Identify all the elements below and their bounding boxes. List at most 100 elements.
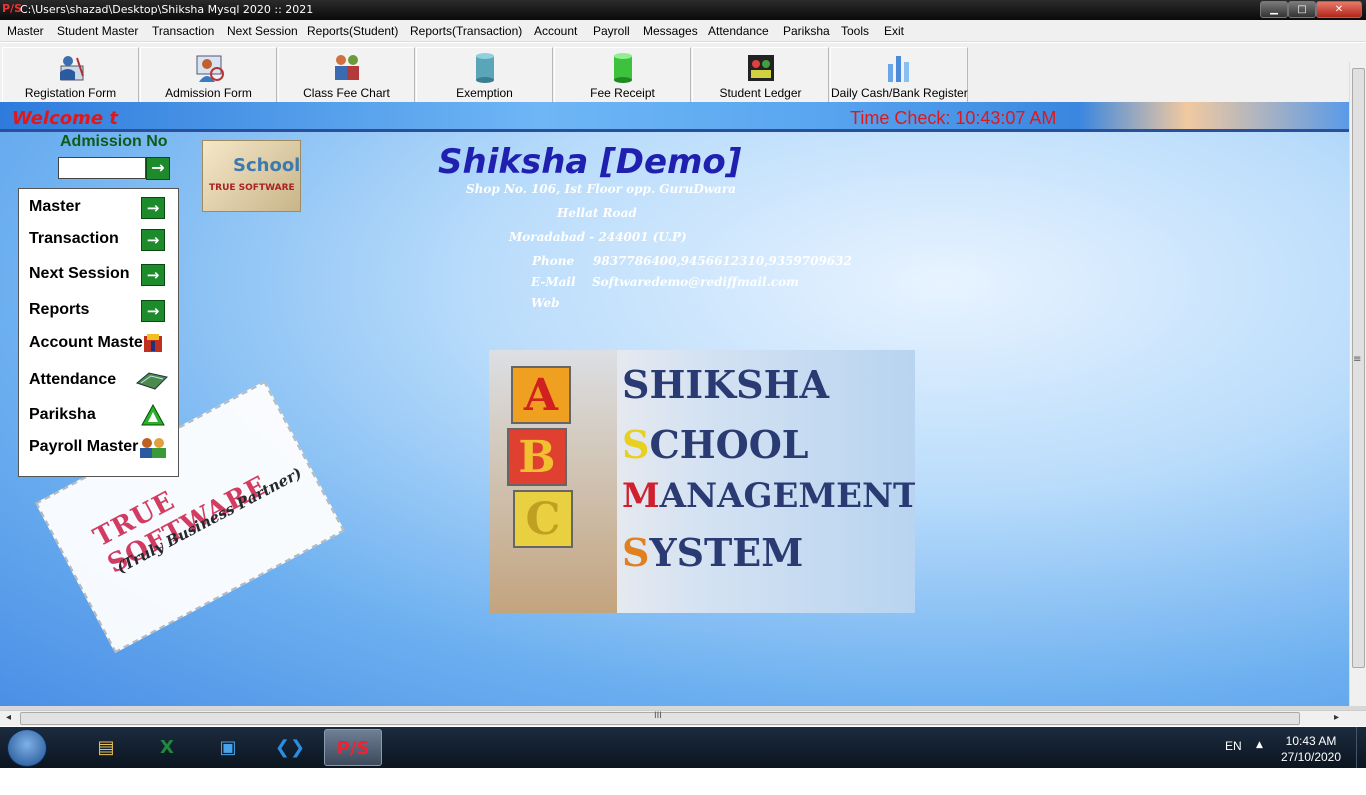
student-ledger-button[interactable]: Student Ledger <box>692 47 829 103</box>
time-check: Time Check: 10:43:07 AM <box>850 108 1057 128</box>
web-label: Web <box>531 296 560 310</box>
payroll-people-icon[interactable] <box>137 436 169 458</box>
welcome-text: Welcome t <box>12 108 118 129</box>
toolbar-label: Class Fee Chart <box>303 86 390 100</box>
taskbar-excel-icon[interactable]: X <box>138 729 196 766</box>
menu-payroll[interactable]: Payroll <box>593 24 630 38</box>
admission-form-button[interactable]: Admission Form <box>140 47 277 103</box>
language-indicator[interactable]: EN <box>1225 739 1242 753</box>
toolbar-label: Exemption <box>456 86 513 100</box>
menu-reports-transaction[interactable]: Reports(Transaction) <box>410 24 522 38</box>
clock-date: 27/10/2020 <box>1280 750 1342 764</box>
bar-chart-icon <box>888 56 909 82</box>
toolbar-label: Admission Form <box>165 86 252 100</box>
taskbar-vscode-icon[interactable]: ❮❯ <box>261 729 319 766</box>
school-logo-thumbnail: School TRUE SOFTWARE <box>202 140 301 212</box>
address-line-1: Shop No. 106, Ist Floor opp. GuruDwara <box>466 182 736 196</box>
block-a: A <box>511 366 571 424</box>
student-ledger-icon <box>747 55 774 81</box>
close-button[interactable]: ✕ <box>1316 1 1362 18</box>
menu-messages[interactable]: Messages <box>643 24 698 38</box>
company-name: Shiksha [Demo] <box>438 142 742 182</box>
menu-student-master[interactable]: Student Master <box>57 24 138 38</box>
menu-transaction[interactable]: Transaction <box>152 24 214 38</box>
application-window: P/S C:\Users\shazad\Desktop\Shiksha Mysq… <box>0 0 1366 795</box>
menu-master[interactable]: Master <box>7 24 44 38</box>
menu-bar: Master Student Master Transaction Next S… <box>0 20 1366 42</box>
nav-item-transaction[interactable]: Transaction <box>29 230 119 248</box>
nav-item-pariksha[interactable]: Pariksha <box>29 406 96 424</box>
logo-line-shiksha: SHIKSHA <box>622 362 829 407</box>
menu-attendance[interactable]: Attendance <box>708 24 769 38</box>
menu-account[interactable]: Account <box>534 24 577 38</box>
class-fee-chart-button[interactable]: Class Fee Chart <box>278 47 415 103</box>
cylinder-teal-icon <box>475 53 494 83</box>
nav-item-next-session[interactable]: Next Session <box>29 265 129 283</box>
taskbar-file-explorer-icon[interactable]: ▤ <box>77 729 135 766</box>
start-button-icon[interactable] <box>7 729 47 767</box>
nav-item-account-master[interactable]: Account Maste <box>29 334 143 352</box>
fee-receipt-button[interactable]: Fee Receipt <box>554 47 691 103</box>
taskbar-shiksha-icon[interactable]: P/S <box>324 729 382 766</box>
nav-item-reports[interactable]: Reports <box>29 301 89 319</box>
class-fee-chart-icon <box>334 55 359 80</box>
show-desktop-button[interactable] <box>1356 727 1366 768</box>
maximize-button[interactable]: □ <box>1288 1 1316 18</box>
account-book-icon[interactable] <box>141 332 165 354</box>
toolbar: Registation Form Admission Form Class Fe… <box>0 43 1366 103</box>
vertical-scroll-thumb[interactable] <box>1352 68 1365 668</box>
clock-time: 10:43 AM <box>1285 734 1337 748</box>
nav-item-attendance[interactable]: Attendance <box>29 371 116 389</box>
minimize-button[interactable]: ▁ <box>1260 1 1288 18</box>
app-icon: P/S <box>2 2 23 15</box>
scroll-left-icon[interactable]: ◂ <box>6 712 11 723</box>
menu-next-session[interactable]: Next Session <box>227 24 298 38</box>
abc-blocks: A B C <box>489 350 617 613</box>
menu-pariksha[interactable]: Pariksha <box>783 24 830 38</box>
arrow-right-icon[interactable]: → <box>141 300 165 322</box>
arrow-right-icon[interactable]: → <box>141 197 165 219</box>
window-title: C:\Users\shazad\Desktop\Shiksha Mysql 20… <box>20 3 314 16</box>
scroll-right-icon[interactable]: ▸ <box>1334 712 1339 723</box>
email-label: E-Mail <box>531 275 576 289</box>
phone-label: Phone <box>532 254 575 268</box>
menu-exit[interactable]: Exit <box>884 24 904 38</box>
phone-value: 9837786400,9456612310,9359709632 <box>593 254 852 268</box>
toolbar-label: Daily Cash/Bank Register <box>831 86 968 100</box>
admission-no-input[interactable] <box>58 157 146 179</box>
daily-cash-bank-register-button[interactable]: Daily Cash/Bank Register <box>830 47 968 103</box>
vertical-scrollbar[interactable]: ≡ <box>1349 62 1366 706</box>
logo-line-management: MANAGEMENT <box>622 476 915 516</box>
system-clock[interactable]: 10:43 AM 27/10/2020 <box>1276 733 1346 765</box>
taskbar-monitor-app-icon[interactable]: ▣ <box>199 729 257 766</box>
scroll-grip-icon: III <box>654 711 662 721</box>
windows-taskbar: ▤ X ▣ ❮❯ P/S EN ▲ 10:43 AM 27/10/2020 <box>0 727 1366 768</box>
arrow-right-icon[interactable]: → <box>141 229 165 251</box>
address-line-2: Hellat Road <box>557 206 637 220</box>
main-form: Welcome t Time Check: 10:43:07 AM TRUE S… <box>0 102 1349 706</box>
logo-line-system: SYSTEM <box>622 530 804 575</box>
quick-nav-panel: Master → Transaction → Next Session → Re… <box>18 188 179 477</box>
admission-form-icon <box>196 55 224 82</box>
admission-go-button[interactable]: → <box>146 157 170 180</box>
address-line-3: Moradabad - 244001 (U.P) <box>509 230 687 244</box>
title-bar: P/S C:\Users\shazad\Desktop\Shiksha Mysq… <box>0 0 1366 20</box>
logo-school-text: School <box>233 155 301 176</box>
menu-tools[interactable]: Tools <box>841 24 869 38</box>
tray-expand-icon[interactable]: ▲ <box>1256 740 1263 750</box>
nav-item-master[interactable]: Master <box>29 198 81 216</box>
email-value: Softwaredemo@rediffmail.com <box>592 275 799 289</box>
shiksha-school-management-logo: A B C SHIKSHA SCHOOL MANAGEMENT SYSTEM <box>489 350 915 613</box>
arrow-right-icon[interactable]: → <box>141 264 165 286</box>
nav-item-payroll-master[interactable]: Payroll Master <box>29 438 138 456</box>
block-b: B <box>507 428 567 486</box>
attendance-icon[interactable] <box>135 369 169 391</box>
toolbar-label: Registation Form <box>24 86 117 100</box>
triangle-icon[interactable] <box>141 404 165 426</box>
horizontal-scrollbar[interactable]: ◂ III ▸ <box>0 710 1366 726</box>
admission-no-label: Admission No <box>60 133 168 150</box>
exemption-button[interactable]: Exemption <box>416 47 553 103</box>
registration-form-button[interactable]: Registation Form <box>2 47 139 103</box>
registration-form-icon <box>59 56 84 81</box>
menu-reports-student[interactable]: Reports(Student) <box>307 24 398 38</box>
